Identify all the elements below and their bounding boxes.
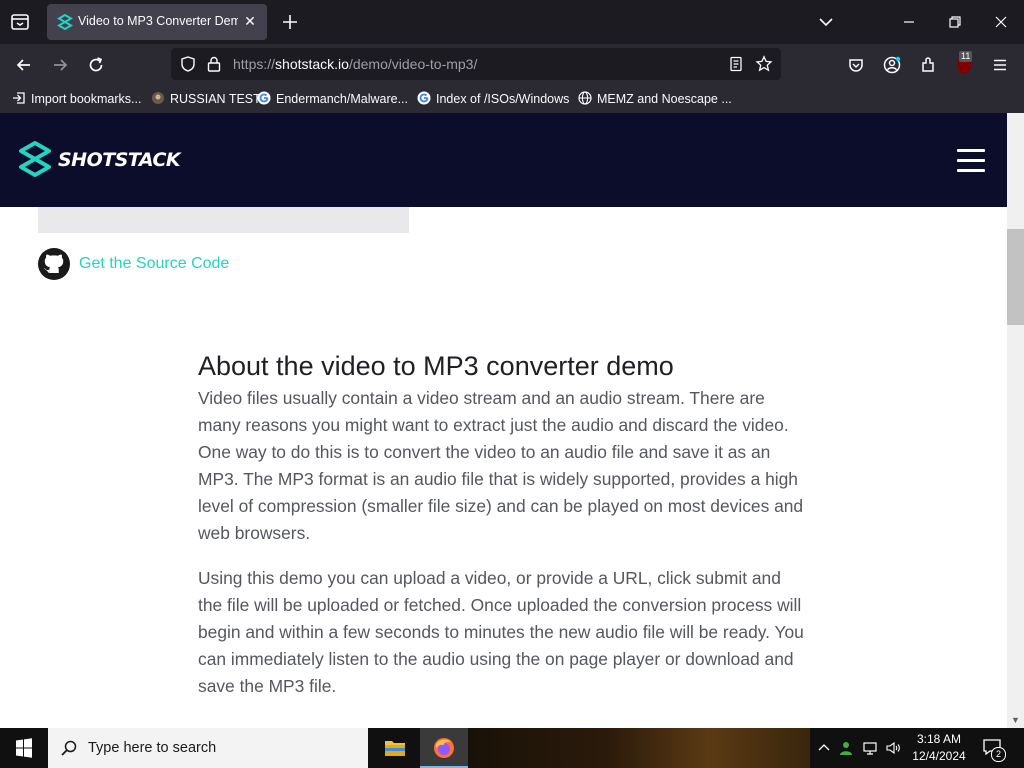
forward-icon[interactable] xyxy=(50,55,70,75)
browser-nav-bar: https://shotstack.io/demo/video-to-mp3/ … xyxy=(0,44,1024,86)
about-paragraph: Video files usually contain a video stre… xyxy=(198,388,804,543)
clock-time: 3:18 AM xyxy=(916,732,962,746)
browser-tab-bar: Video to MP3 Converter Demo ✕ xyxy=(0,0,1024,44)
about-paragraph: Using this demo you can upload a video, … xyxy=(198,568,804,696)
url-text[interactable]: https://shotstack.io/demo/video-to-mp3/ xyxy=(233,56,477,72)
pocket-icon[interactable] xyxy=(846,55,866,75)
github-icon xyxy=(38,248,70,280)
restore-icon[interactable] xyxy=(945,12,965,32)
shotstack-favicon-icon xyxy=(57,14,73,30)
extension-badge: 11 xyxy=(959,51,973,62)
bookmark-isos-windows[interactable]: Index of /ISOs/Windows xyxy=(417,90,569,108)
shotstack-logo-icon xyxy=(19,141,51,177)
bookmark-star-icon[interactable] xyxy=(755,55,773,73)
source-code-link-text: Get the Source Code xyxy=(79,255,230,272)
close-window-icon[interactable] xyxy=(991,12,1011,32)
bookmarks-toolbar: Import bookmarks... RUSSIAN TEST Enderma… xyxy=(0,86,1024,113)
windows-taskbar: Type here to search 3:18 AM 12/4/2024 2 xyxy=(0,728,1024,768)
ublock-extension-button[interactable]: 11 xyxy=(953,51,977,77)
extensions-icon[interactable] xyxy=(918,55,938,75)
shotstack-logo[interactable]: SHOTSTACK xyxy=(18,141,181,179)
google-icon xyxy=(257,91,271,105)
taskbar-firefox[interactable] xyxy=(420,728,468,768)
reload-icon[interactable] xyxy=(86,55,106,75)
account-icon[interactable] xyxy=(882,55,902,75)
file-explorer-icon[interactable] xyxy=(371,728,419,768)
bookmark-import[interactable]: Import bookmarks... xyxy=(12,90,141,108)
windows-start-icon[interactable] xyxy=(0,728,48,768)
search-icon xyxy=(61,740,77,756)
new-tab-icon[interactable] xyxy=(280,12,300,32)
shield-icon[interactable] xyxy=(179,55,197,73)
logo-text: SHOTSTACK xyxy=(58,149,181,171)
about-section: About the video to MP3 converter demo Vi… xyxy=(198,349,808,718)
reader-view-icon[interactable] xyxy=(728,56,744,72)
firefox-icon xyxy=(434,738,454,758)
web-page: SHOTSTACK Get the Source Code About the … xyxy=(0,113,1007,728)
tab-title: Video to MP3 Converter Demo xyxy=(78,14,238,28)
scroll-down-icon[interactable]: ▼ xyxy=(1010,715,1021,725)
tab-list-icon[interactable] xyxy=(8,10,32,34)
network-icon[interactable] xyxy=(862,740,878,756)
google-icon xyxy=(417,91,431,105)
lock-icon[interactable] xyxy=(206,55,222,73)
minimize-icon[interactable] xyxy=(899,12,919,32)
volume-icon[interactable] xyxy=(885,740,901,756)
close-tab-icon[interactable]: ✕ xyxy=(241,12,259,30)
list-all-tabs-icon[interactable] xyxy=(816,12,836,32)
url-bar[interactable]: https://shotstack.io/demo/video-to-mp3/ xyxy=(171,48,781,80)
about-heading: About the video to MP3 converter demo xyxy=(198,351,674,381)
notification-center-button[interactable]: 2 xyxy=(982,738,1006,762)
bookmark-favicon xyxy=(152,92,164,104)
clock-date: 12/4/2024 xyxy=(912,749,966,763)
notification-count: 2 xyxy=(991,747,1006,762)
site-header: SHOTSTACK xyxy=(0,113,1007,207)
back-icon[interactable] xyxy=(14,55,34,75)
scrollbar-thumb[interactable] xyxy=(1007,229,1024,325)
globe-icon xyxy=(578,91,592,105)
active-tab[interactable]: Video to MP3 Converter Demo ✕ xyxy=(47,4,267,40)
search-placeholder: Type here to search xyxy=(88,740,217,756)
wallpaper-strip xyxy=(470,728,810,768)
people-tray-icon[interactable] xyxy=(838,740,854,756)
bookmark-endermanch[interactable]: Endermanch/Malware... xyxy=(257,90,408,108)
bookmark-russian-test[interactable]: RUSSIAN TEST xyxy=(151,90,261,108)
show-hidden-icons-chevron-icon[interactable] xyxy=(816,740,832,756)
import-icon xyxy=(13,92,25,104)
taskbar-clock[interactable]: 3:18 AM 12/4/2024 xyxy=(906,731,972,765)
page-scrollbar[interactable]: ▼ xyxy=(1007,113,1024,728)
bookmark-memz[interactable]: MEMZ and Noescape ... xyxy=(578,90,732,108)
taskbar-search-box[interactable]: Type here to search xyxy=(48,728,368,768)
app-menu-icon[interactable] xyxy=(990,55,1010,75)
hamburger-menu-icon[interactable] xyxy=(957,149,985,173)
demo-panel-bottom xyxy=(38,207,409,233)
